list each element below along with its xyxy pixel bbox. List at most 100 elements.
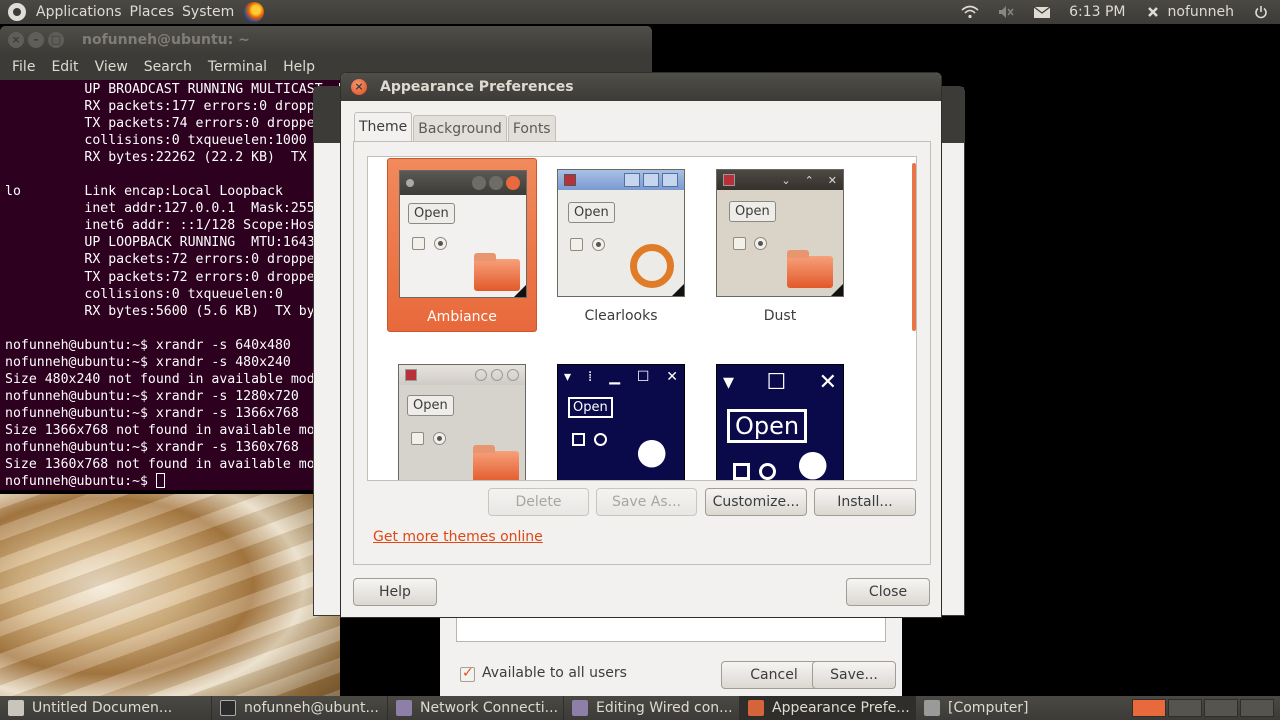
top-panel: Applications Places System 6:13 PM nofun… bbox=[0, 0, 1280, 24]
menu-arrow-icon: ▾ bbox=[723, 369, 735, 395]
minimize-icon: ⌄ bbox=[781, 173, 791, 187]
task-label: Network Connecti... bbox=[420, 700, 559, 716]
menu-system[interactable]: System bbox=[178, 4, 238, 20]
task-appearance-preferences[interactable]: Appearance Prefe... bbox=[740, 696, 916, 720]
gnome-foot-icon: ● bbox=[797, 443, 829, 481]
menu-arrow-icon: ▾ bbox=[564, 369, 572, 385]
sample-radio bbox=[759, 463, 776, 480]
help-button[interactable]: Help bbox=[353, 578, 437, 606]
theme-thumbnail: Open bbox=[398, 364, 526, 480]
tab-fonts[interactable]: Fonts bbox=[507, 115, 556, 141]
delete-button[interactable]: Delete bbox=[488, 488, 589, 516]
mail-icon[interactable] bbox=[1033, 5, 1051, 19]
workspace-4[interactable] bbox=[1240, 699, 1274, 717]
network-dialog-footer: Available to all users Cancel Save... bbox=[440, 610, 902, 696]
sample-radio bbox=[594, 433, 607, 446]
close-icon[interactable]: × bbox=[8, 32, 24, 48]
save-as-button[interactable]: Save As... bbox=[596, 488, 697, 516]
text-editor-icon bbox=[8, 700, 24, 716]
user-name[interactable]: nofunneh bbox=[1168, 4, 1234, 20]
theme-dust[interactable]: ⌄ ⌃ ✕ Open Dust bbox=[705, 158, 855, 332]
speaker-muted-icon[interactable] bbox=[997, 5, 1015, 19]
theme-thumbnail: ▾ ☐ ✕ Open ● bbox=[716, 364, 844, 481]
get-more-themes-link[interactable]: Get more themes online bbox=[373, 529, 543, 545]
minimize-icon[interactable]: – bbox=[28, 32, 44, 48]
theme-ambiance[interactable]: Open Ambiance bbox=[387, 158, 537, 332]
sample-checkbox bbox=[412, 237, 425, 250]
menu-search[interactable]: Search bbox=[136, 59, 200, 75]
theme-item-5[interactable]: ▾ ⁞ ▁ ☐ ✕ Open ● bbox=[546, 353, 696, 480]
theme-thumbnail: Open bbox=[399, 170, 527, 298]
task-network-connections[interactable]: Network Connecti... bbox=[388, 696, 564, 720]
menu-view[interactable]: View bbox=[87, 59, 136, 75]
sample-radio bbox=[434, 237, 447, 250]
task-computer[interactable]: [Computer] bbox=[916, 696, 1056, 720]
task-terminal[interactable]: nofunneh@ubunt... bbox=[212, 696, 388, 720]
minimize-icon: ▁ bbox=[609, 369, 620, 385]
sample-open-button: Open bbox=[729, 201, 776, 222]
power-icon[interactable] bbox=[1252, 5, 1270, 19]
clock[interactable]: 6:13 PM bbox=[1069, 4, 1125, 20]
ubuntu-logo-icon[interactable] bbox=[8, 3, 26, 21]
menu-terminal[interactable]: Terminal bbox=[200, 59, 275, 75]
customize-button[interactable]: Customize... bbox=[705, 488, 807, 516]
terminal-titlebar[interactable]: × – □ nofunneh@ubuntu: ~ bbox=[0, 26, 652, 54]
sample-open-button: Open bbox=[408, 203, 455, 224]
install-button[interactable]: Install... bbox=[814, 488, 916, 516]
theme-item-6[interactable]: ▾ ☐ ✕ Open ● bbox=[705, 353, 855, 481]
terminal-cursor bbox=[155, 473, 165, 489]
theme-clearlooks[interactable]: Open Clearlooks bbox=[546, 158, 696, 332]
sample-checkbox bbox=[570, 238, 583, 251]
tab-background[interactable]: Background bbox=[413, 115, 507, 141]
task-untitled-document[interactable]: Untitled Documen... bbox=[0, 696, 212, 720]
gnome-foot-icon: ● bbox=[636, 431, 668, 472]
wifi-icon[interactable] bbox=[961, 5, 979, 19]
theme-thumbnail: ▾ ⁞ ▁ ☐ ✕ Open ● bbox=[557, 364, 685, 480]
workspace-3[interactable] bbox=[1204, 699, 1238, 717]
task-editing-wired-connection[interactable]: Editing Wired con... bbox=[564, 696, 740, 720]
corner-fold-icon bbox=[830, 283, 843, 296]
theme-list[interactable]: Open Ambiance Open Clearlooks ⌄ ⌃ ✕ Open… bbox=[367, 156, 917, 481]
menu-file[interactable]: File bbox=[4, 59, 43, 75]
workspace-1[interactable] bbox=[1132, 699, 1166, 717]
save-button[interactable]: Save... bbox=[812, 661, 896, 689]
network-icon bbox=[396, 700, 412, 716]
app-icon bbox=[723, 174, 735, 186]
close-icon[interactable]: × bbox=[351, 79, 367, 95]
maximize-icon: ⌃ bbox=[804, 173, 814, 187]
task-label: Editing Wired con... bbox=[596, 700, 733, 716]
user-icon[interactable] bbox=[1144, 5, 1162, 19]
minimize-icon bbox=[475, 369, 487, 381]
close-button[interactable]: Close bbox=[846, 578, 930, 606]
window-title: Appearance Preferences bbox=[380, 79, 574, 95]
app-icon bbox=[405, 369, 417, 381]
sample-radio bbox=[592, 238, 605, 251]
task-label: Appearance Prefe... bbox=[772, 700, 910, 716]
workspace-2[interactable] bbox=[1168, 699, 1202, 717]
close-icon bbox=[506, 176, 520, 190]
task-label: nofunneh@ubunt... bbox=[244, 700, 379, 716]
theme-item-4[interactable]: Open bbox=[387, 353, 537, 480]
theme-thumbnail: Open bbox=[557, 169, 685, 297]
menu-help[interactable]: Help bbox=[275, 59, 323, 75]
menu-places[interactable]: Places bbox=[126, 4, 179, 20]
menu-edit[interactable]: Edit bbox=[43, 59, 86, 75]
close-icon bbox=[507, 369, 519, 381]
close-icon: ✕ bbox=[818, 369, 837, 395]
menu-applications[interactable]: Applications bbox=[32, 4, 126, 20]
appearance-titlebar[interactable]: × Appearance Preferences bbox=[341, 73, 941, 101]
maximize-icon[interactable]: □ bbox=[48, 32, 64, 48]
theme-label: Clearlooks bbox=[584, 308, 658, 324]
app-icon bbox=[564, 174, 576, 186]
available-to-all-users-checkbox[interactable] bbox=[460, 665, 475, 682]
firefox-icon[interactable] bbox=[244, 2, 265, 22]
maximize-icon: ☐ bbox=[636, 369, 650, 385]
sample-open-button: Open bbox=[407, 395, 454, 416]
task-label: [Computer] bbox=[948, 700, 1029, 716]
maximize-icon bbox=[489, 176, 503, 190]
sample-checkbox bbox=[733, 463, 750, 480]
sample-checkbox bbox=[411, 432, 424, 445]
theme-list-scrollbar[interactable] bbox=[912, 163, 916, 331]
tab-theme[interactable]: Theme bbox=[354, 112, 413, 141]
appearance-preferences-window: × Appearance Preferences Theme Backgroun… bbox=[340, 72, 942, 618]
